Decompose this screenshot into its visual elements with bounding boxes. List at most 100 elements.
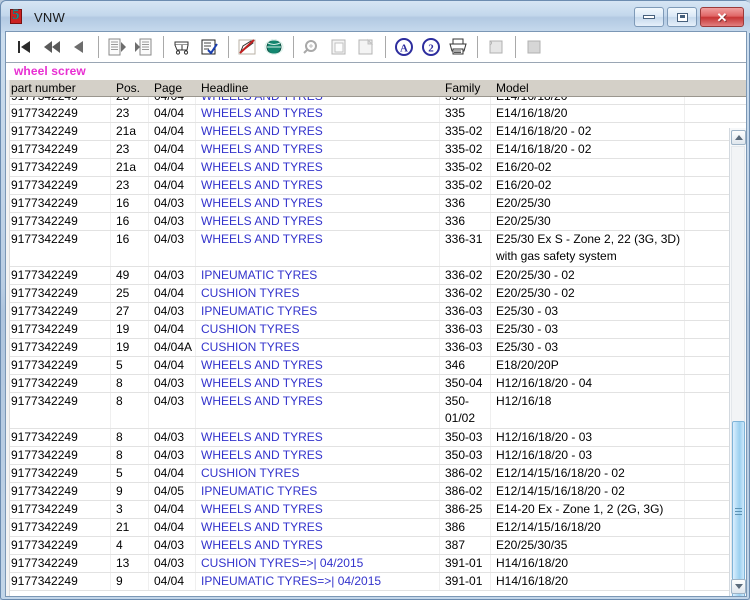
fast-rewind-icon[interactable] <box>39 34 65 60</box>
table-row[interactable]: 91773422491904/04CUSHION TYRES336-03E25/… <box>6 321 746 339</box>
table-row[interactable]: 91773422492704/03IPNEUMATIC TYRES336-03E… <box>6 303 746 321</box>
grid-header-row: part number Pos. Page Headline Family Mo… <box>6 80 746 97</box>
cell-model: E20/25/30 <box>491 195 685 212</box>
table-row[interactable]: 91773422492304/04WHEELS AND TYRES335-02E… <box>6 141 746 159</box>
table-row[interactable]: 9177342249404/03WHEELS AND TYRES387E20/2… <box>6 537 746 555</box>
cell-family: 336-03 <box>440 339 491 356</box>
search-term-label: wheel screw <box>6 63 746 80</box>
close-button[interactable]: ✕ <box>700 7 744 27</box>
checklist-icon[interactable] <box>196 34 222 60</box>
cell-part-number: 9177342249 <box>6 159 111 176</box>
scroll-down-button[interactable] <box>731 579 746 594</box>
column-header-headline[interactable]: Headline <box>196 80 440 96</box>
table-row[interactable]: 91773422491604/03WHEELS AND TYRES336-31E… <box>6 231 746 267</box>
cell-page: 04/04 <box>149 123 196 140</box>
document-next-icon[interactable] <box>131 34 157 60</box>
cell-pos: 25 <box>111 285 149 302</box>
application-window: 5 VNW ✕ <box>0 0 750 600</box>
pen-strikethrough-icon[interactable] <box>234 34 260 60</box>
cell-headline: WHEELS AND TYRES <box>196 519 440 536</box>
cell-headline: CUSHION TYRES <box>196 465 440 482</box>
column-header-pos[interactable]: Pos. <box>111 80 149 96</box>
cell-pos: 8 <box>111 375 149 392</box>
cell-pos: 19 <box>111 321 149 338</box>
column-header-part-number[interactable]: part number <box>6 80 111 96</box>
circle-a-icon[interactable]: A <box>391 34 417 60</box>
table-row[interactable]: 9177342249804/03WHEELS AND TYRES350-03H1… <box>6 447 746 465</box>
cell-pos: 9 <box>111 483 149 500</box>
document-first-icon[interactable] <box>104 34 130 60</box>
first-record-icon[interactable] <box>12 34 38 60</box>
table-row[interactable]: 91773422491304/03CUSHION TYRES=>| 04/201… <box>6 555 746 573</box>
previous-record-icon[interactable] <box>66 34 92 60</box>
table-row[interactable]: 91773422491604/03WHEELS AND TYRES336E20/… <box>6 195 746 213</box>
cell-page: 04/03 <box>149 231 196 266</box>
cell-headline: WHEELS AND TYRES <box>196 105 440 122</box>
toolbar-separator-5 <box>385 36 386 58</box>
cell-pos: 8 <box>111 429 149 446</box>
vertical-scrollbar[interactable] <box>729 128 746 596</box>
results-grid: part number Pos. Page Headline Family Mo… <box>6 80 746 596</box>
cell-page: 04/03 <box>149 303 196 320</box>
cell-pos: 49 <box>111 267 149 284</box>
cell-page: 04/03 <box>149 375 196 392</box>
cell-headline: WHEELS AND TYRES <box>196 177 440 194</box>
vnw-app-icon: 5 <box>10 9 27 26</box>
column-header-page[interactable]: Page <box>149 80 196 96</box>
table-row[interactable]: 9177342249904/04IPNEUMATIC TYRES=>| 04/2… <box>6 573 746 591</box>
cell-model: H12/16/18 <box>491 393 685 428</box>
table-row[interactable]: 9177342249804/03WHEELS AND TYRES350-03H1… <box>6 429 746 447</box>
cell-pos: 16 <box>111 231 149 266</box>
table-row[interactable]: 9177342249804/03WHEELS AND TYRES350- 01/… <box>6 393 746 429</box>
scroll-up-button[interactable] <box>731 130 746 145</box>
cell-headline: WHEELS AND TYRES <box>196 123 440 140</box>
cell-page: 04/04 <box>149 141 196 158</box>
svg-text:2: 2 <box>428 43 434 55</box>
cell-model: E14/16/18/20 <box>491 105 685 122</box>
table-row[interactable]: 917734224921a04/04WHEELS AND TYRES335-02… <box>6 159 746 177</box>
cell-model: E18/20/20P <box>491 357 685 374</box>
table-row[interactable]: 9177342249804/03WHEELS AND TYRES350-04H1… <box>6 375 746 393</box>
column-header-family[interactable]: Family <box>440 80 491 96</box>
globe-icon[interactable] <box>261 34 287 60</box>
table-row[interactable]: 917734224921a04/04WHEELS AND TYRES335-02… <box>6 123 746 141</box>
printer-icon[interactable] <box>445 34 471 60</box>
notepad-icon[interactable] <box>483 34 509 60</box>
column-header-model[interactable]: Model <box>491 80 685 96</box>
table-row[interactable]: 91773422491604/03WHEELS AND TYRES336E20/… <box>6 213 746 231</box>
circle-2-icon[interactable]: 2 <box>418 34 444 60</box>
cell-pos: 23 <box>111 105 149 122</box>
cell-family: 386-25 <box>440 501 491 518</box>
shopping-cart-icon[interactable] <box>169 34 195 60</box>
table-row[interactable]: 9177342249504/04CUSHION TYRES386-02E12/1… <box>6 465 746 483</box>
table-row[interactable]: 91773422494904/03IPNEUMATIC TYRES336-02E… <box>6 267 746 285</box>
table-row[interactable]: 9177342249504/04WHEELS AND TYRES346E18/2… <box>6 357 746 375</box>
cell-part-number: 9177342249 <box>6 375 111 392</box>
grid-body: 91773422492304/04WHEELS AND TYRES335E14/… <box>6 97 746 596</box>
cell-model: H12/16/18/20 - 04 <box>491 375 685 392</box>
cell-headline: WHEELS AND TYRES <box>196 537 440 554</box>
cell-pos: 23 <box>111 97 149 104</box>
table-row[interactable]: 9177342249904/05IPNEUMATIC TYRES386-02E1… <box>6 483 746 501</box>
cell-family: 387 <box>440 537 491 554</box>
table-row[interactable]: 91773422491904/04ACUSHION TYRES336-03E25… <box>6 339 746 357</box>
cell-model: H14/16/18/20 <box>491 573 685 590</box>
scrollbar-thumb[interactable] <box>732 421 745 596</box>
table-row[interactable]: 91773422492304/04WHEELS AND TYRES335-02E… <box>6 177 746 195</box>
page-blank-icon[interactable] <box>353 34 379 60</box>
cell-page: 04/03 <box>149 429 196 446</box>
minimize-button[interactable] <box>634 7 664 27</box>
zoom-search-icon[interactable] <box>299 34 325 60</box>
toolbar-separator-1 <box>98 36 99 58</box>
table-row[interactable]: 91773422492304/04WHEELS AND TYRES335E14/… <box>6 97 746 105</box>
table-row[interactable]: 9177342249304/04WHEELS AND TYRES386-25E1… <box>6 501 746 519</box>
cell-headline: IPNEUMATIC TYRES=>| 04/2015 <box>196 573 440 590</box>
cell-model: H12/16/18/20 - 03 <box>491 447 685 464</box>
maximize-button[interactable] <box>667 7 697 27</box>
stop-icon[interactable] <box>521 34 547 60</box>
scrollbar-track[interactable] <box>731 146 745 578</box>
table-row[interactable]: 91773422492104/04WHEELS AND TYRES386E12/… <box>6 519 746 537</box>
table-row[interactable]: 91773422492504/04CUSHION TYRES336-02E20/… <box>6 285 746 303</box>
table-row[interactable]: 91773422492304/04WHEELS AND TYRES335E14/… <box>6 105 746 123</box>
page-copy-icon[interactable] <box>326 34 352 60</box>
